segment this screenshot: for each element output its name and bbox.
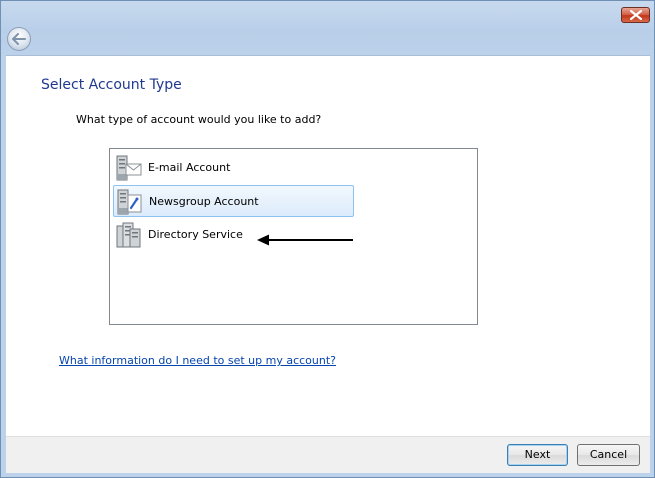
close-button[interactable] xyxy=(621,7,650,23)
list-item-directory-service[interactable]: Directory Service xyxy=(113,219,354,251)
account-type-prompt: What type of account would you like to a… xyxy=(76,113,322,126)
next-button[interactable]: Next xyxy=(507,444,568,466)
cancel-button[interactable]: Cancel xyxy=(577,444,640,466)
list-item-newsgroup-account[interactable]: Newsgroup Account xyxy=(113,185,354,246)
help-link[interactable]: What information do I need to set up my … xyxy=(59,354,336,367)
newsgroup-server-icon xyxy=(117,189,142,215)
close-icon xyxy=(630,10,642,20)
directory-server-icon xyxy=(116,222,141,248)
account-label: Directory Service xyxy=(148,228,243,241)
wizard-window: Select Account Type What type of account… xyxy=(0,0,655,478)
email-server-icon xyxy=(116,155,142,181)
button-bar: Next Cancel xyxy=(6,436,650,473)
back-button[interactable] xyxy=(7,27,31,51)
account-label: E-mail Account xyxy=(148,161,231,174)
page-title: Select Account Type xyxy=(41,77,182,93)
account-type-list: E-mail Account Newsgroup Account Directo… xyxy=(109,148,478,325)
wizard-content: Select Account Type What type of account… xyxy=(6,55,650,436)
account-label: Newsgroup Account xyxy=(149,195,259,208)
back-arrow-icon xyxy=(12,33,26,45)
list-item-email-account[interactable]: E-mail Account xyxy=(113,152,354,184)
